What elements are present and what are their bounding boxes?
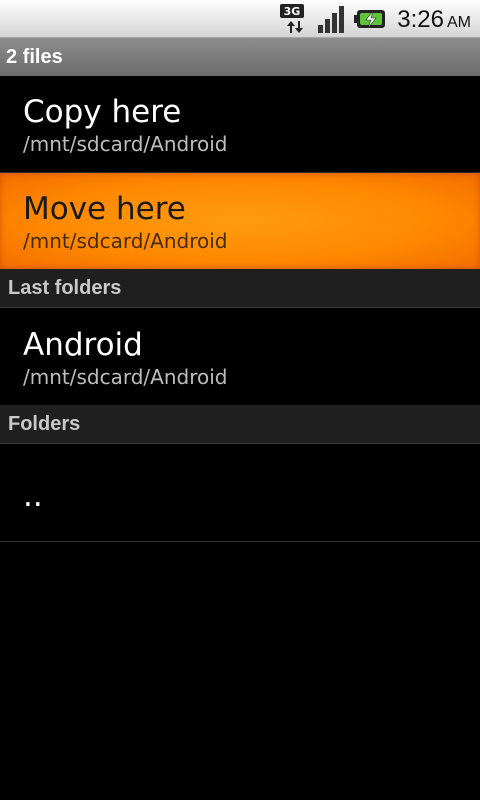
clock-ampm: AM <box>447 14 471 31</box>
title-bar: 2 files <box>0 38 480 76</box>
section-header-folders: Folders <box>0 405 480 444</box>
copy-here-item[interactable]: Copy here /mnt/sdcard/Android <box>0 76 480 173</box>
3g-data-icon: 3G <box>280 4 304 33</box>
page-title: 2 files <box>6 46 63 68</box>
folder-path: /mnt/sdcard/Android <box>23 365 228 389</box>
svg-text:3G: 3G <box>284 5 301 18</box>
section-title-last-folders: Last folders <box>8 277 122 299</box>
folder-item-parent[interactable]: .. <box>0 444 480 542</box>
parent-folder-label: .. <box>23 478 43 514</box>
copy-here-label: Copy here <box>23 94 182 130</box>
signal-strength-icon <box>318 6 344 33</box>
section-header-last-folders: Last folders <box>0 269 480 308</box>
status-bar: 3G 3:26 AM <box>0 0 480 38</box>
copy-here-path: /mnt/sdcard/Android <box>23 132 228 156</box>
folder-name: Android <box>23 327 143 363</box>
move-here-path: /mnt/sdcard/Android <box>23 229 228 253</box>
move-here-label: Move here <box>23 191 186 227</box>
move-here-item[interactable]: Move here /mnt/sdcard/Android <box>0 173 480 269</box>
battery-charging-icon <box>354 10 385 29</box>
clock-time: 3:26 <box>397 6 444 33</box>
section-title-folders: Folders <box>8 413 81 435</box>
last-folder-item-android[interactable]: Android /mnt/sdcard/Android <box>0 308 480 406</box>
clock: 3:26 AM <box>397 0 471 38</box>
